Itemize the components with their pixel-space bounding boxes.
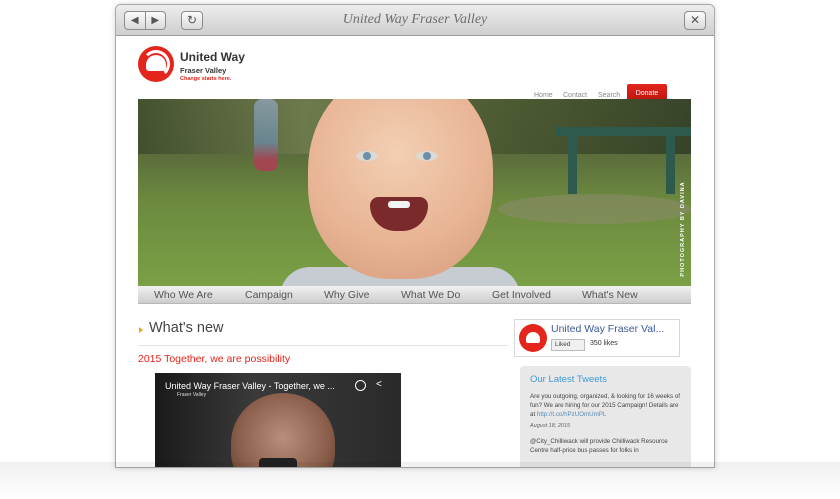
main-nav-campaign[interactable]: Campaign: [245, 289, 293, 301]
nav-search-link[interactable]: Search: [598, 92, 620, 99]
tweet-1-link[interactable]: http://t.co/hPzUOmUmPL: [537, 411, 606, 418]
tweet-2-handle[interactable]: @City_Chilliwack: [530, 438, 578, 445]
facebook-page-name[interactable]: United Way Fraser Val...: [551, 323, 664, 335]
watch-later-icon[interactable]: [355, 380, 366, 391]
photo-credit: PHOTOGRAPHY BY DAVINA: [680, 181, 686, 277]
facebook-widget: United Way Fraser Val... Liked 350 likes: [514, 319, 680, 357]
main-nav-who-we-are[interactable]: Who We Are: [154, 289, 213, 301]
tweet-2: @City_Chilliwack will provide Chilliwack…: [530, 437, 681, 455]
whats-new-heading: What's new: [149, 320, 224, 336]
main-nav-get-involved[interactable]: Get Involved: [492, 289, 551, 301]
browser-window: ◀ ▶ ↻ United Way Fraser Valley ✕ United …: [115, 4, 715, 468]
logo-tagline: Change starts here.: [180, 76, 232, 82]
window-title: United Way Fraser Valley: [342, 12, 488, 27]
tweets-panel: Our Latest Tweets Are you outgoing, orga…: [520, 366, 691, 467]
logo-line1: United Way: [180, 50, 245, 64]
main-nav-why-give[interactable]: Why Give: [324, 289, 370, 301]
video-channel: Fraser Valley: [177, 392, 207, 398]
share-icon[interactable]: <: [376, 379, 382, 390]
video-title[interactable]: United Way Fraser Valley - Together, we …: [165, 381, 335, 391]
baby-photo: [308, 99, 493, 279]
hero-image: PHOTOGRAPHY BY DAVINA: [138, 99, 691, 286]
united-way-logo-icon: [138, 46, 174, 82]
facebook-page-avatar[interactable]: [519, 324, 547, 352]
section-arrow-icon: [139, 327, 143, 333]
nav-contact-link[interactable]: Contact: [563, 92, 587, 99]
facebook-like-label: Liked: [555, 341, 571, 348]
main-nav-what-we-do[interactable]: What We Do: [401, 289, 460, 301]
tweets-heading: Our Latest Tweets: [530, 374, 607, 385]
facebook-like-count: 350 likes: [590, 340, 618, 347]
close-button[interactable]: ✕: [684, 11, 706, 30]
title-bar: ◀ ▶ ↻ United Way Fraser Valley ✕: [116, 5, 714, 36]
whats-new-subheading[interactable]: 2015 Together, we are possibility: [138, 353, 290, 365]
tweet-1: Are you outgoing, organized, & looking f…: [530, 392, 681, 419]
main-nav-whats-new[interactable]: What's New: [582, 289, 638, 301]
nav-home-link[interactable]: Home: [534, 92, 553, 99]
main-nav: Who We Are Campaign Why Give What We Do …: [138, 286, 691, 304]
screenshot-stage: ◀ ▶ ↻ United Way Fraser Valley ✕ United …: [0, 0, 840, 499]
video-embed[interactable]: United Way Fraser Valley - Together, we …: [155, 373, 401, 467]
web-page: United Way Fraser Valley Change starts h…: [116, 36, 714, 467]
site-logo[interactable]: United Way Fraser Valley Change starts h…: [138, 46, 278, 96]
divider: [138, 345, 508, 346]
reflection-floor: [0, 462, 840, 499]
tweet-1-date: August 18, 2015: [530, 423, 571, 429]
logo-line2: Fraser Valley: [180, 66, 227, 75]
facebook-like-button[interactable]: Liked: [551, 339, 585, 351]
